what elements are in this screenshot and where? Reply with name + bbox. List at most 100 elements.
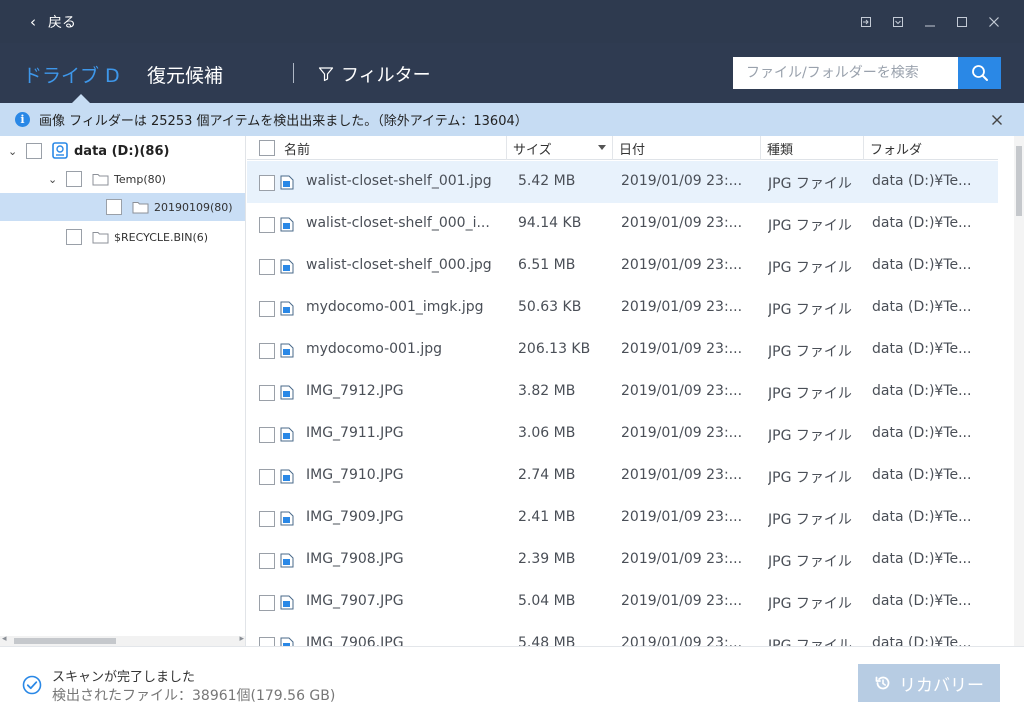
- file-size: 94.14 KB: [518, 215, 582, 231]
- tree-checkbox[interactable]: [66, 171, 82, 187]
- table-row[interactable]: walist-closet-shelf_000.jpg 6.51 MB 2019…: [247, 245, 998, 287]
- file-type: JPG ファイル: [768, 596, 852, 612]
- table-row[interactable]: walist-closet-shelf_001.jpg 5.42 MB 2019…: [247, 161, 998, 203]
- chevron-down-icon[interactable]: ⌄: [8, 145, 17, 158]
- tree-item-recycle-bin[interactable]: $RECYCLE.BIN(6): [0, 223, 245, 251]
- column-header-type[interactable]: 種類: [760, 136, 863, 160]
- column-header-date[interactable]: 日付: [612, 136, 760, 160]
- file-name: walist-closet-shelf_000.jpg: [306, 257, 492, 273]
- menu-dropdown-icon[interactable]: [882, 0, 914, 43]
- folder-icon: [92, 230, 109, 247]
- table-row[interactable]: mydocomo-001_imgk.jpg 50.63 KB 2019/01/0…: [247, 287, 998, 329]
- table-row[interactable]: IMG_7910.JPG 2.74 MB 2019/01/09 23:... J…: [247, 455, 998, 497]
- file-type: JPG ファイル: [768, 512, 852, 528]
- restore-icon: [875, 676, 890, 690]
- file-name: IMG_7909.JPG: [306, 509, 404, 525]
- close-info-icon[interactable]: [991, 111, 1003, 130]
- row-checkbox[interactable]: [259, 343, 275, 359]
- status-footer: スキャンが完了しました 検出されたファイル：38961個(179.56 GB) …: [0, 646, 1024, 711]
- file-folder: data (D:)¥Te...: [872, 383, 972, 399]
- scrollbar-thumb[interactable]: [14, 638, 116, 644]
- close-icon[interactable]: [978, 0, 1010, 43]
- file-size: 5.48 MB: [518, 635, 576, 646]
- table-row[interactable]: mydocomo-001.jpg 206.13 KB 2019/01/09 23…: [247, 329, 998, 371]
- search-icon: [971, 65, 988, 81]
- back-button[interactable]: ‹ 戻る: [0, 0, 76, 43]
- file-name: mydocomo-001_imgk.jpg: [306, 299, 484, 315]
- file-type: JPG ファイル: [768, 554, 852, 570]
- row-checkbox[interactable]: [259, 595, 275, 611]
- tree-item-drive[interactable]: ⌄ data (D:)(86): [0, 137, 245, 165]
- tree-item-20190109[interactable]: 20190109(80): [0, 193, 245, 221]
- folder-icon: [92, 172, 109, 189]
- scroll-left-icon[interactable]: ◂: [2, 634, 7, 644]
- search-input[interactable]: [733, 57, 958, 89]
- chevron-left-icon: ‹: [30, 12, 36, 31]
- file-size: 3.06 MB: [518, 425, 576, 441]
- row-checkbox[interactable]: [259, 301, 275, 317]
- tab-recovery-candidates[interactable]: 復元候補: [147, 61, 223, 88]
- table-row[interactable]: IMG_7909.JPG 2.41 MB 2019/01/09 23:... J…: [247, 497, 998, 539]
- column-header-size[interactable]: サイズ: [506, 136, 612, 160]
- file-size: 6.51 MB: [518, 257, 576, 273]
- title-bar: ‹ 戻る: [0, 0, 1024, 43]
- filter-button[interactable]: フィルター: [318, 61, 431, 87]
- select-all-checkbox[interactable]: [259, 140, 275, 156]
- file-size: 5.42 MB: [518, 173, 576, 189]
- export-icon[interactable]: [850, 0, 882, 43]
- search-button[interactable]: [958, 57, 1001, 89]
- active-tab-indicator: [72, 94, 90, 103]
- row-checkbox[interactable]: [259, 217, 275, 233]
- file-name: IMG_7906.JPG: [306, 635, 404, 646]
- file-type: JPG ファイル: [768, 176, 852, 192]
- info-bar: i 画像 フィルダーは 25253 個アイテムを検出出来ました。（除外アイテム：…: [0, 103, 1024, 136]
- scrollbar-thumb[interactable]: [1016, 146, 1022, 216]
- tab-drive-d[interactable]: ドライブ D: [23, 61, 120, 88]
- scan-status-title: スキャンが完了しました: [52, 670, 196, 685]
- table-row[interactable]: IMG_7912.JPG 3.82 MB 2019/01/09 23:... J…: [247, 371, 998, 413]
- file-size: 5.04 MB: [518, 593, 576, 609]
- tree-item-temp[interactable]: ⌄ Temp(80): [0, 165, 245, 193]
- row-checkbox[interactable]: [259, 469, 275, 485]
- row-checkbox[interactable]: [259, 553, 275, 569]
- check-circle-icon: [22, 675, 42, 699]
- nav-bar: ドライブ D 復元候補 フィルター: [0, 43, 1024, 103]
- column-header-folder[interactable]: フォルダ: [863, 136, 998, 160]
- tree-label: Temp(80): [114, 172, 166, 186]
- tree-horizontal-scrollbar[interactable]: ◂ ▸: [0, 634, 245, 646]
- file-type: JPG ファイル: [768, 218, 852, 234]
- file-type: JPG ファイル: [768, 260, 852, 276]
- tree-checkbox[interactable]: [106, 199, 122, 215]
- row-checkbox[interactable]: [259, 175, 275, 191]
- file-name: IMG_7907.JPG: [306, 593, 404, 609]
- file-folder: data (D:)¥Te...: [872, 593, 972, 609]
- row-checkbox[interactable]: [259, 427, 275, 443]
- table-row[interactable]: IMG_7908.JPG 2.39 MB 2019/01/09 23:... J…: [247, 539, 998, 581]
- maximize-icon[interactable]: [946, 0, 978, 43]
- row-checkbox[interactable]: [259, 259, 275, 275]
- tree-checkbox[interactable]: [66, 229, 82, 245]
- table-row[interactable]: walist-closet-shelf_000_i... 94.14 KB 20…: [247, 203, 998, 245]
- column-label: フォルダ: [870, 142, 923, 158]
- file-table-header: 名前 サイズ 日付 種類 フォルダ: [247, 136, 998, 160]
- table-row[interactable]: IMG_7907.JPG 5.04 MB 2019/01/09 23:... J…: [247, 581, 998, 623]
- column-header-name[interactable]: 名前: [247, 136, 506, 160]
- row-checkbox[interactable]: [259, 637, 275, 646]
- minimize-icon[interactable]: [914, 0, 946, 43]
- file-type: JPG ファイル: [768, 428, 852, 444]
- file-date: 2019/01/09 23:...: [621, 173, 743, 189]
- file-date: 2019/01/09 23:...: [621, 383, 743, 399]
- chevron-down-icon[interactable]: ⌄: [48, 173, 57, 186]
- recover-button[interactable]: リカバリー: [858, 664, 1000, 702]
- table-row[interactable]: IMG_7911.JPG 3.06 MB 2019/01/09 23:... J…: [247, 413, 998, 455]
- table-row[interactable]: IMG_7906.JPG 5.48 MB 2019/01/09 23:... J…: [247, 623, 998, 646]
- tree-checkbox[interactable]: [26, 143, 42, 159]
- file-folder: data (D:)¥Te...: [872, 425, 972, 441]
- row-checkbox[interactable]: [259, 511, 275, 527]
- scroll-right-icon[interactable]: ▸: [239, 634, 244, 644]
- file-list-vertical-scrollbar[interactable]: [1014, 136, 1024, 646]
- file-size: 2.39 MB: [518, 551, 576, 567]
- file-name: IMG_7908.JPG: [306, 551, 404, 567]
- row-checkbox[interactable]: [259, 385, 275, 401]
- column-label: 種類: [767, 142, 794, 158]
